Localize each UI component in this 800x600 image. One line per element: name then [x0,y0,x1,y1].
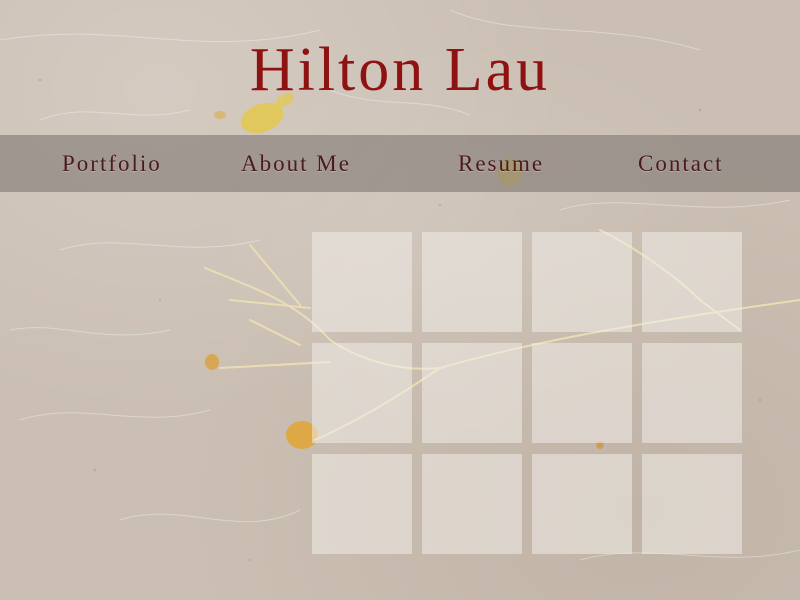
thumbnail-tile[interactable] [312,454,412,554]
thumbnail-tile[interactable] [422,232,522,332]
main-navigation: Portfolio About Me Resume Contact [0,135,800,192]
thumbnail-tile[interactable] [642,232,742,332]
thumbnail-tile[interactable] [312,343,412,443]
nav-item-contact[interactable]: Contact [638,135,724,192]
thumbnail-tile[interactable] [532,343,632,443]
thumbnail-tile[interactable] [422,343,522,443]
nav-item-resume[interactable]: Resume [458,135,544,192]
thumbnail-tile[interactable] [312,232,412,332]
thumbnail-tile[interactable] [642,454,742,554]
thumbnail-tile[interactable] [642,343,742,443]
thumbnail-tile[interactable] [532,454,632,554]
nav-item-about-me[interactable]: About Me [241,135,351,192]
site-title: Hilton Lau [249,36,551,104]
nav-item-portfolio[interactable]: Portfolio [62,135,162,192]
portfolio-thumbnail-grid [312,232,742,554]
thumbnail-tile[interactable] [532,232,632,332]
thumbnail-tile[interactable] [422,454,522,554]
